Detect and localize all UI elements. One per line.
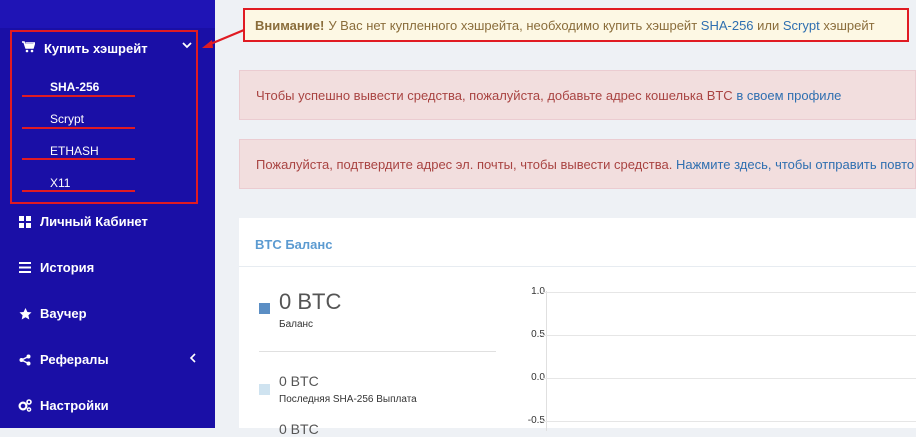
balance-value: 0 BTC [279, 289, 342, 314]
sidebar-item-label: Рефералы [40, 352, 109, 367]
sidebar-item-settings[interactable]: Настройки [18, 398, 196, 413]
submenu-item-x11[interactable]: X11 [50, 176, 70, 190]
payout-value: 0 BTC [279, 373, 319, 389]
chart-y-axis [546, 291, 547, 431]
sidebar-item-label: Ваучер [40, 306, 87, 321]
buy-hashrate-highlight-box [10, 30, 198, 204]
resend-link[interactable]: Нажмите здесь, чтобы отправить повторно [676, 157, 915, 172]
sidebar-item-history[interactable]: История [18, 260, 196, 275]
chevron-left-icon [189, 353, 196, 366]
sidebar-item-referrals[interactable]: Рефералы [18, 352, 196, 367]
profile-link[interactable]: в своем профиле [736, 88, 841, 103]
cogs-icon [18, 399, 32, 412]
sidebar-item-label: История [40, 260, 95, 275]
panel-title: BTC Баланс [255, 237, 333, 252]
buy-hashrate-menu[interactable]: Купить хэшрейт [22, 40, 198, 56]
stat-divider [259, 351, 496, 352]
email-alert: Пожалуйста, подтвердите адрес эл. почты,… [239, 139, 916, 189]
balance-label: Баланс [279, 319, 314, 330]
star-icon [18, 307, 32, 320]
sidebar-item-dashboard[interactable]: Личный Кабинет [18, 214, 196, 229]
grid-icon [18, 215, 32, 228]
legend-dot-payout [259, 384, 270, 395]
third-stat-value: 0 BTC [279, 421, 319, 437]
list-icon [18, 262, 32, 273]
submenu-item-sha256[interactable]: SHA-256 [50, 80, 99, 94]
legend-dot-balance [259, 303, 270, 314]
sidebar-item-label: Личный Кабинет [40, 214, 148, 229]
grid-line [541, 378, 916, 379]
underline-mark [22, 95, 135, 97]
panel-divider [239, 266, 916, 267]
grid-line [541, 335, 916, 336]
share-icon [18, 354, 32, 366]
payout-label: Последняя SHA-256 Выплата [279, 394, 417, 405]
warning-prefix: Внимание! [255, 17, 325, 33]
warning-text-end: хэшрейт [823, 17, 875, 33]
sidebar: Купить хэшрейт SHA-256 Scrypt ETHASH X11… [0, 0, 215, 428]
sidebar-item-voucher[interactable]: Ваучер [18, 306, 196, 321]
grid-line [541, 292, 916, 293]
sidebar-item-label: Настройки [40, 398, 109, 413]
warning-text: У Вас нет купленного хэшрейта, необходим… [328, 17, 698, 33]
underline-mark [22, 127, 135, 129]
cart-icon [22, 40, 36, 56]
chevron-down-icon [182, 40, 192, 52]
wallet-alert: Чтобы успешно вывести средства, пожалуйс… [239, 70, 916, 120]
submenu-item-ethash[interactable]: ETHASH [50, 144, 99, 158]
sha256-link[interactable]: SHA-256 [701, 18, 754, 33]
underline-mark [22, 158, 135, 160]
submenu-item-scrypt[interactable]: Scrypt [50, 112, 84, 126]
scrypt-link[interactable]: Scrypt [783, 18, 820, 33]
buy-hashrate-label: Купить хэшрейт [44, 40, 148, 56]
annotation-arrow [202, 28, 245, 48]
wallet-alert-text: Чтобы успешно вывести средства, пожалуйс… [256, 87, 733, 103]
btc-balance-panel: BTC Баланс 0 BTC Баланс 0 BTC Последняя … [239, 218, 916, 437]
email-alert-text: Пожалуйста, подтвердите адрес эл. почты,… [256, 156, 673, 172]
sidebar-top-bar [0, 0, 215, 28]
underline-mark [22, 190, 135, 192]
grid-line [541, 421, 916, 422]
warning-text-or: или [757, 17, 780, 33]
warning-banner: Внимание! У Вас нет купленного хэшрейта,… [243, 8, 909, 42]
